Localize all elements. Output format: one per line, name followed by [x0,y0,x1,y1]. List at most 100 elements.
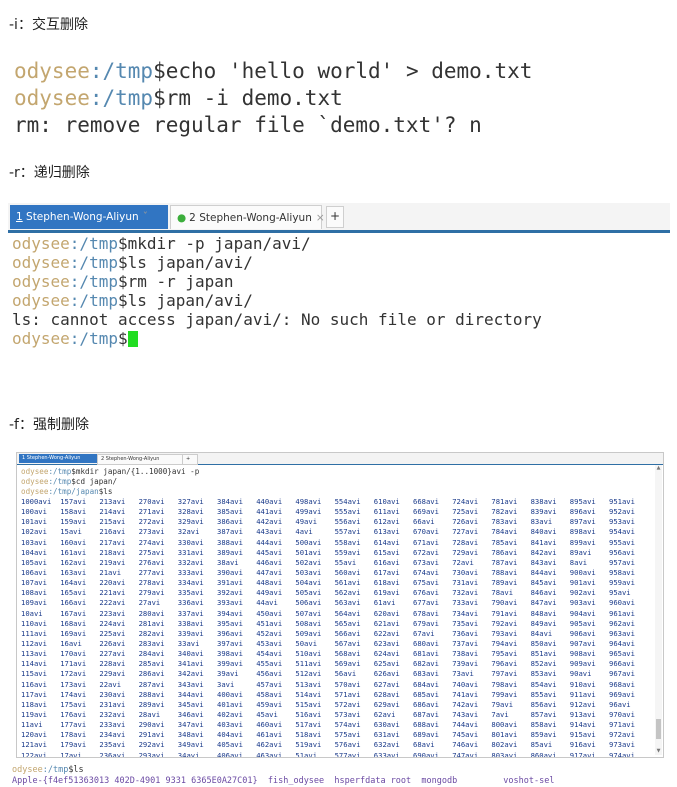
status-dot-icon: ● [177,212,187,224]
tab-session-1[interactable]: 1 Stephen-Wong-Aliyun ˇ [10,205,168,229]
directory-entry: 215avi [99,517,126,527]
directory-entry: 28avi [138,709,161,719]
directory-entry: 965avi [609,649,635,659]
directory-entry: 843avi [530,557,557,567]
directory-entry: 515avi [295,699,322,709]
directory-entry: 280avi [138,608,165,618]
directory-entry: 781avi [491,497,518,506]
listing-column: 838avi 839avi 83avi 840avi 841avi 842avi 843av… [530,497,570,757]
directory-entry: 556avi [334,517,361,527]
directory-entry: 910avi [569,679,596,689]
add-tab-button[interactable]: + [326,206,344,228]
directory-entry: 618avi [373,578,400,588]
directory-entry: 803avi [491,750,518,758]
add-tab-button[interactable]: + [182,454,198,465]
directory-entry: 108avi [21,588,47,598]
directory-entry: 61avi [373,598,396,608]
directory-entry: 688avi [413,720,439,730]
directory-entry: 219avi [99,557,126,567]
directory-entry: 839avi [530,507,557,517]
scrollbar-thumb[interactable] [656,719,661,739]
directory-entry: 449avi [256,588,283,598]
directory-entry: 406avi [217,750,243,758]
directory-entry: 234avi [99,730,126,740]
directory-entry: 962avi [609,618,635,628]
directory-entry: 734avi [452,608,479,618]
directory-entry: 794avi [491,638,518,648]
directory-entry: 11avi [21,720,43,730]
directory-entry: 168avi [60,618,87,628]
directory-entry: 440avi [256,497,283,506]
directory-entry: 163avi [60,567,87,577]
command-text: $ls japan/avi/ [117,253,253,272]
directory-entry: 672avi [413,547,439,557]
directory-entry: 509avi [295,628,322,638]
prompt-line: odysee:/tmp$ls japan/avi/ [12,253,542,272]
directory-entry: 904avi [569,608,596,618]
directory-entry: 221avi [99,588,126,598]
directory-entry: 327avi [177,497,204,506]
directory-entry: 461avi [256,730,283,740]
directory-entry: 801avi [491,730,518,740]
directory-entry: 119avi [21,709,47,719]
prompt-line: odysee:/tmp$mkdir japan/{1..1000}avi -p [21,467,199,477]
directory-entry: 232avi [99,709,126,719]
directory-entry: 724avi [452,497,479,506]
scroll-down-icon[interactable]: ▼ [655,748,662,755]
tab-session-1[interactable]: 1 Stephen-Wong-Aliyun [19,454,101,463]
directory-entry: 338avi [177,618,204,628]
directory-entry: 452avi [256,628,283,638]
directory-entry: 222avi [99,598,126,608]
directory-entry: 676avi [413,588,439,598]
directory-entry: 395avi [217,618,243,628]
directory-entry: 746avi [452,740,479,750]
directory-entry: 386avi [217,517,243,527]
directory-entry: 178avi [60,730,87,740]
directory-entry: 66avi [413,517,435,527]
directory-entry: 292avi [138,740,165,750]
directory-entry: 620avi [373,608,400,618]
tab-session-2[interactable]: ● 2 Stephen-Wong-Aliyun × [170,205,325,229]
directory-entry: 115avi [21,669,47,679]
directory-entry: 103avi [21,537,47,547]
directory-entry: 689avi [413,730,439,740]
interactive-heading: -i：交互删除 [9,17,88,33]
directory-entry: 513avi [295,679,322,689]
directory-entry: 679avi [413,618,439,628]
directory-entry: 349avi [177,740,204,750]
directory-entry: 842avi [530,547,557,557]
directory-entry: 83avi [530,517,553,527]
scroll-up-icon[interactable]: ▲ [655,465,662,472]
directory-entry: 958avi [609,567,635,577]
directory-entry: 668avi [413,497,439,506]
directory-entry: 95avi [609,588,631,598]
listing-column: 270avi 271avi 272avi 273avi 274avi 275avi 276a… [138,497,178,757]
directory-entry: 956avi [609,547,635,557]
directory-entry: 675avi [413,578,439,588]
directory-entry: 554avi [334,497,361,506]
directory-entry: 796avi [491,659,518,669]
directory-entry: 563avi [334,598,361,608]
tab-session-2[interactable]: 2 Stephen-Wong-Aliyun [97,454,187,465]
directory-entry: 278avi [138,578,165,588]
directory-entry: 451avi [256,618,283,628]
terminal-recursive[interactable]: odysee:/tmp$mkdir -p japan/avi/odysee:/t… [12,234,542,348]
directory-entry: 896avi [569,507,596,517]
close-icon[interactable]: × [316,212,325,224]
prompt-line: odysee:/tmp$rm -r japan [12,272,542,291]
directory-entry: 173avi [60,679,87,689]
directory-entry: 951avi [609,497,635,506]
command-text: $echo 'hello world' > demo.txt [153,59,533,83]
directory-entry: 38avi [217,557,239,567]
directory-entry: 389avi [217,547,243,557]
listing-column: 498avi 499avi 49avi 4avi 500avi 501avi 502avi 5… [295,497,334,757]
prompt-host: odysee [12,329,70,348]
directory-entry: 3avi [217,679,235,689]
close-icon[interactable]: ˇ [143,211,148,223]
scrollbar[interactable]: ▲ ▼ [655,465,662,755]
listing-column: 213avi 214avi 215avi 216avi 217avi 218avi 219a… [99,497,138,757]
prompt-host: odysee [12,253,70,272]
directory-entry: 567avi [334,638,361,648]
directory-entry: 514avi [295,689,322,699]
directory-entry: 684avi [413,679,439,689]
